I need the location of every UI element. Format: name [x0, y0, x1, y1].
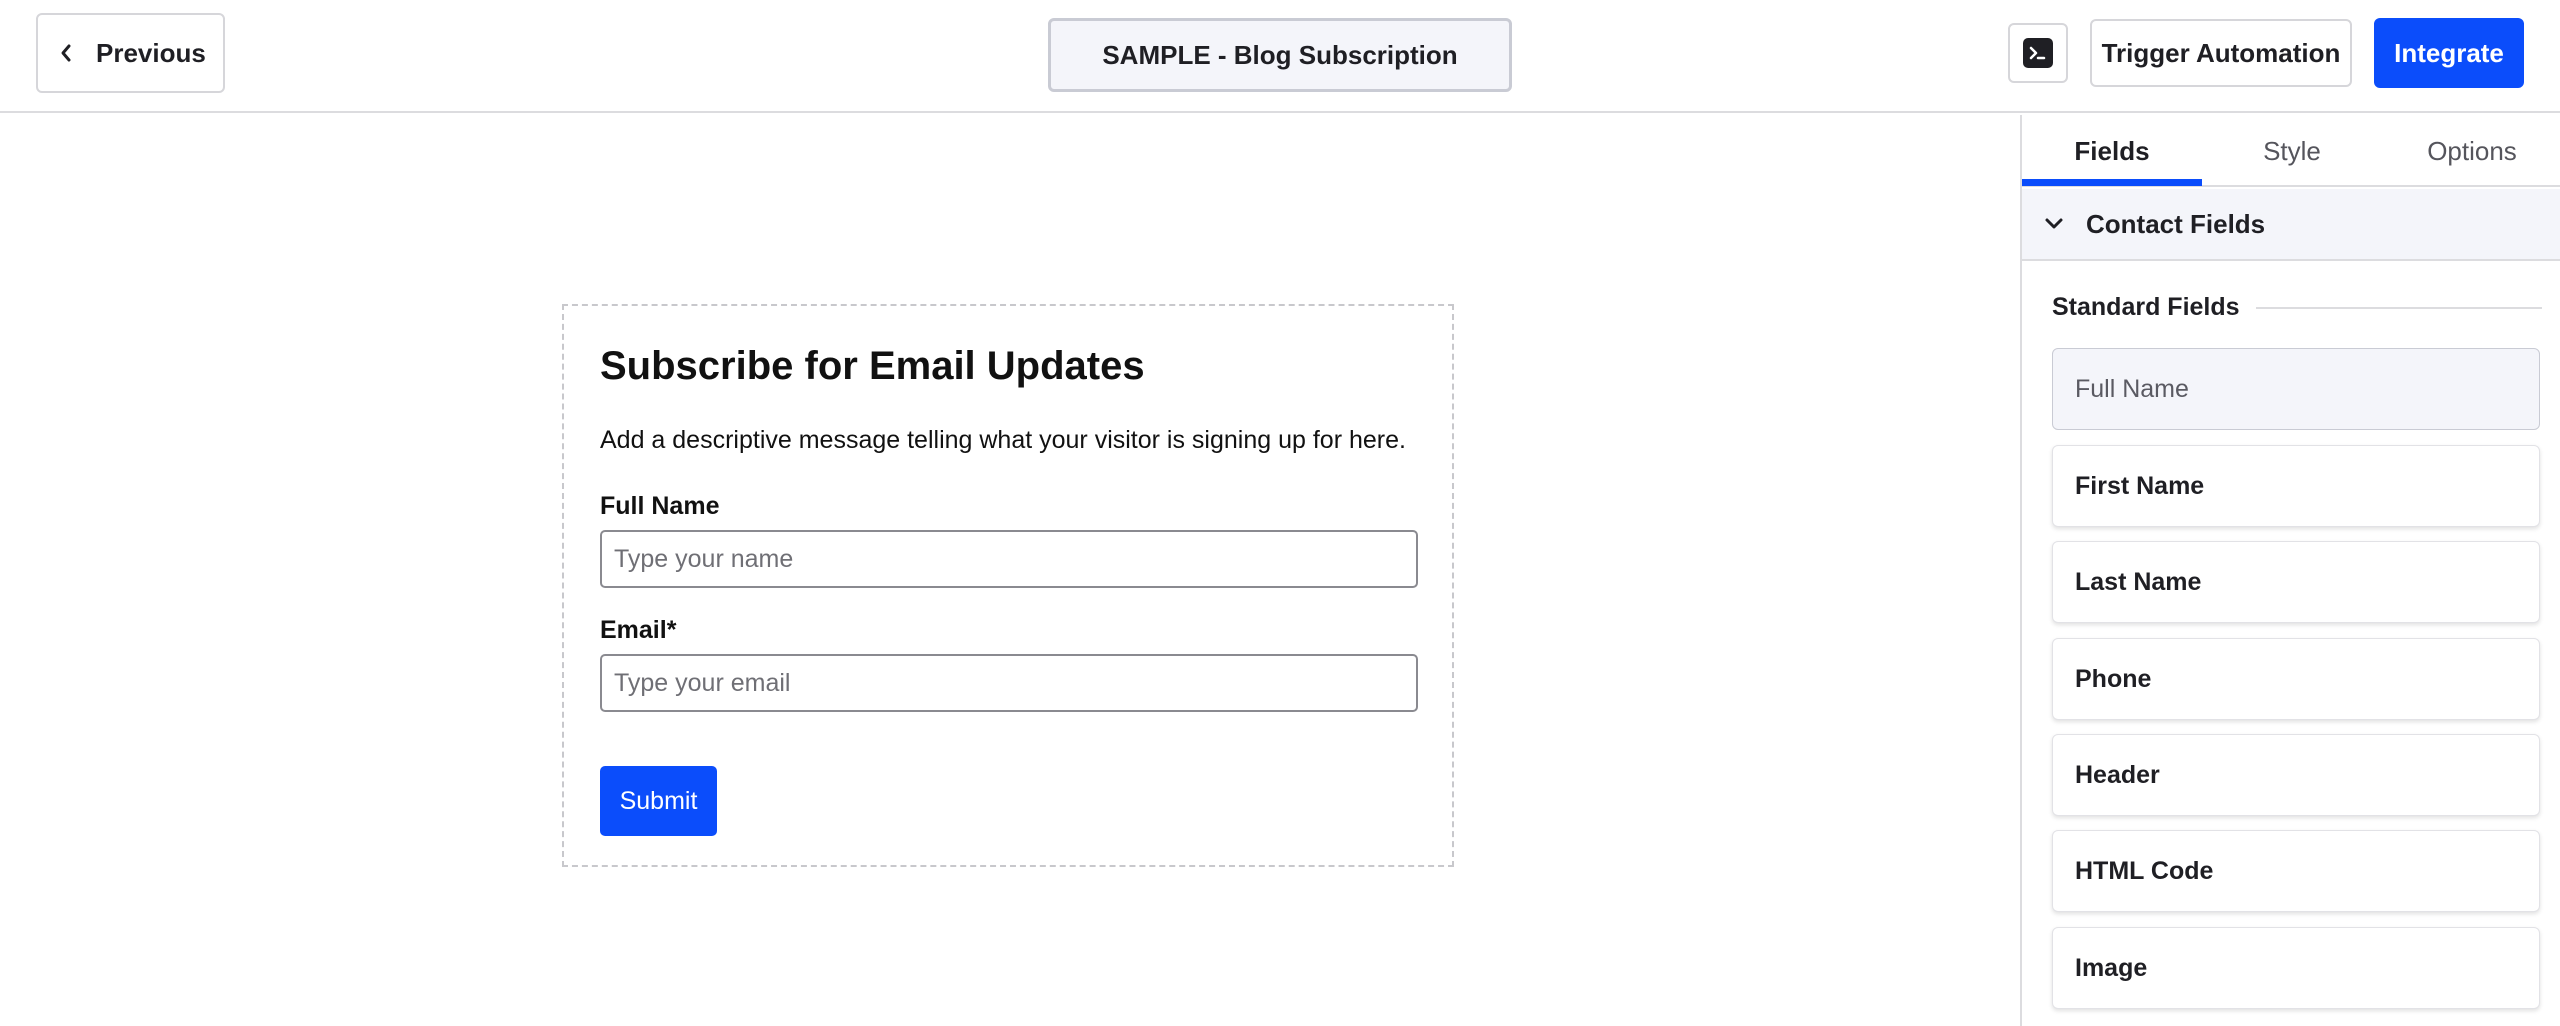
tab-fields[interactable]: Fields	[2022, 115, 2202, 187]
field-item-label: Phone	[2075, 664, 2152, 693]
field-item-first-name[interactable]: First Name	[2052, 445, 2540, 527]
field-item-html-code[interactable]: HTML Code	[2052, 830, 2540, 912]
chevron-down-icon	[2045, 218, 2063, 229]
trigger-automation-button[interactable]: Trigger Automation	[2090, 19, 2352, 87]
standard-fields-heading: Standard Fields	[2052, 293, 2542, 322]
terminal-button[interactable]	[2008, 23, 2068, 83]
full-name-label: Full Name	[600, 492, 720, 520]
field-item-image[interactable]: Image	[2052, 927, 2540, 1009]
full-name-input[interactable]: Type your name	[600, 530, 1418, 588]
top-bar: Previous SAMPLE - Blog Subscription Trig…	[0, 0, 2560, 113]
integrate-label: Integrate	[2394, 37, 2504, 68]
chevron-left-icon	[61, 44, 71, 62]
fields-sidebar: Fields Style Options Contact Fields Stan…	[2020, 115, 2560, 1026]
form-title-field[interactable]: SAMPLE - Blog Subscription	[1048, 18, 1512, 92]
active-tab-indicator	[2022, 179, 2202, 186]
field-item-last-name[interactable]: Last Name	[2052, 541, 2540, 623]
field-item-label: Header	[2075, 760, 2160, 789]
tab-options-label: Options	[2427, 135, 2517, 166]
tab-options[interactable]: Options	[2382, 115, 2560, 187]
email-label: Email*	[600, 616, 677, 644]
tab-style-label: Style	[2263, 135, 2321, 166]
terminal-icon	[2023, 38, 2053, 68]
trigger-automation-label: Trigger Automation	[2101, 37, 2341, 68]
field-item-label: Image	[2075, 953, 2148, 982]
field-item-label: Last Name	[2075, 567, 2202, 596]
field-item-header[interactable]: Header	[2052, 734, 2540, 816]
field-item-phone[interactable]: Phone	[2052, 638, 2540, 720]
form-preview[interactable]: Subscribe for Email Updates Add a descri…	[562, 304, 1454, 867]
submit-label: Submit	[619, 786, 698, 815]
full-name-placeholder: Type your name	[614, 544, 794, 573]
divider	[2255, 306, 2542, 309]
contact-fields-section-toggle[interactable]: Contact Fields	[2022, 189, 2560, 261]
standard-fields-title: Standard Fields	[2052, 293, 2240, 321]
form-description[interactable]: Add a descriptive message telling what y…	[600, 426, 1406, 455]
field-item-label: Full Name	[2075, 374, 2189, 403]
field-item-full-name[interactable]: Full Name	[2052, 348, 2540, 430]
field-item-label: First Name	[2075, 471, 2205, 500]
contact-fields-title: Contact Fields	[2086, 208, 2266, 239]
integrate-button[interactable]: Integrate	[2374, 18, 2524, 88]
form-title-text: SAMPLE - Blog Subscription	[1102, 39, 1458, 70]
tab-style[interactable]: Style	[2202, 115, 2382, 187]
previous-button[interactable]: Previous	[36, 13, 225, 93]
field-item-label: HTML Code	[2075, 856, 2214, 885]
form-canvas: Subscribe for Email Updates Add a descri…	[0, 115, 2020, 1026]
tab-fields-label: Fields	[2074, 135, 2150, 166]
form-heading[interactable]: Subscribe for Email Updates	[600, 344, 1145, 389]
email-input[interactable]: Type your email	[600, 654, 1418, 712]
previous-label: Previous	[96, 37, 206, 68]
email-placeholder: Type your email	[614, 668, 791, 697]
sidebar-tabs: Fields Style Options	[2022, 115, 2560, 187]
submit-button[interactable]: Submit	[600, 766, 717, 836]
